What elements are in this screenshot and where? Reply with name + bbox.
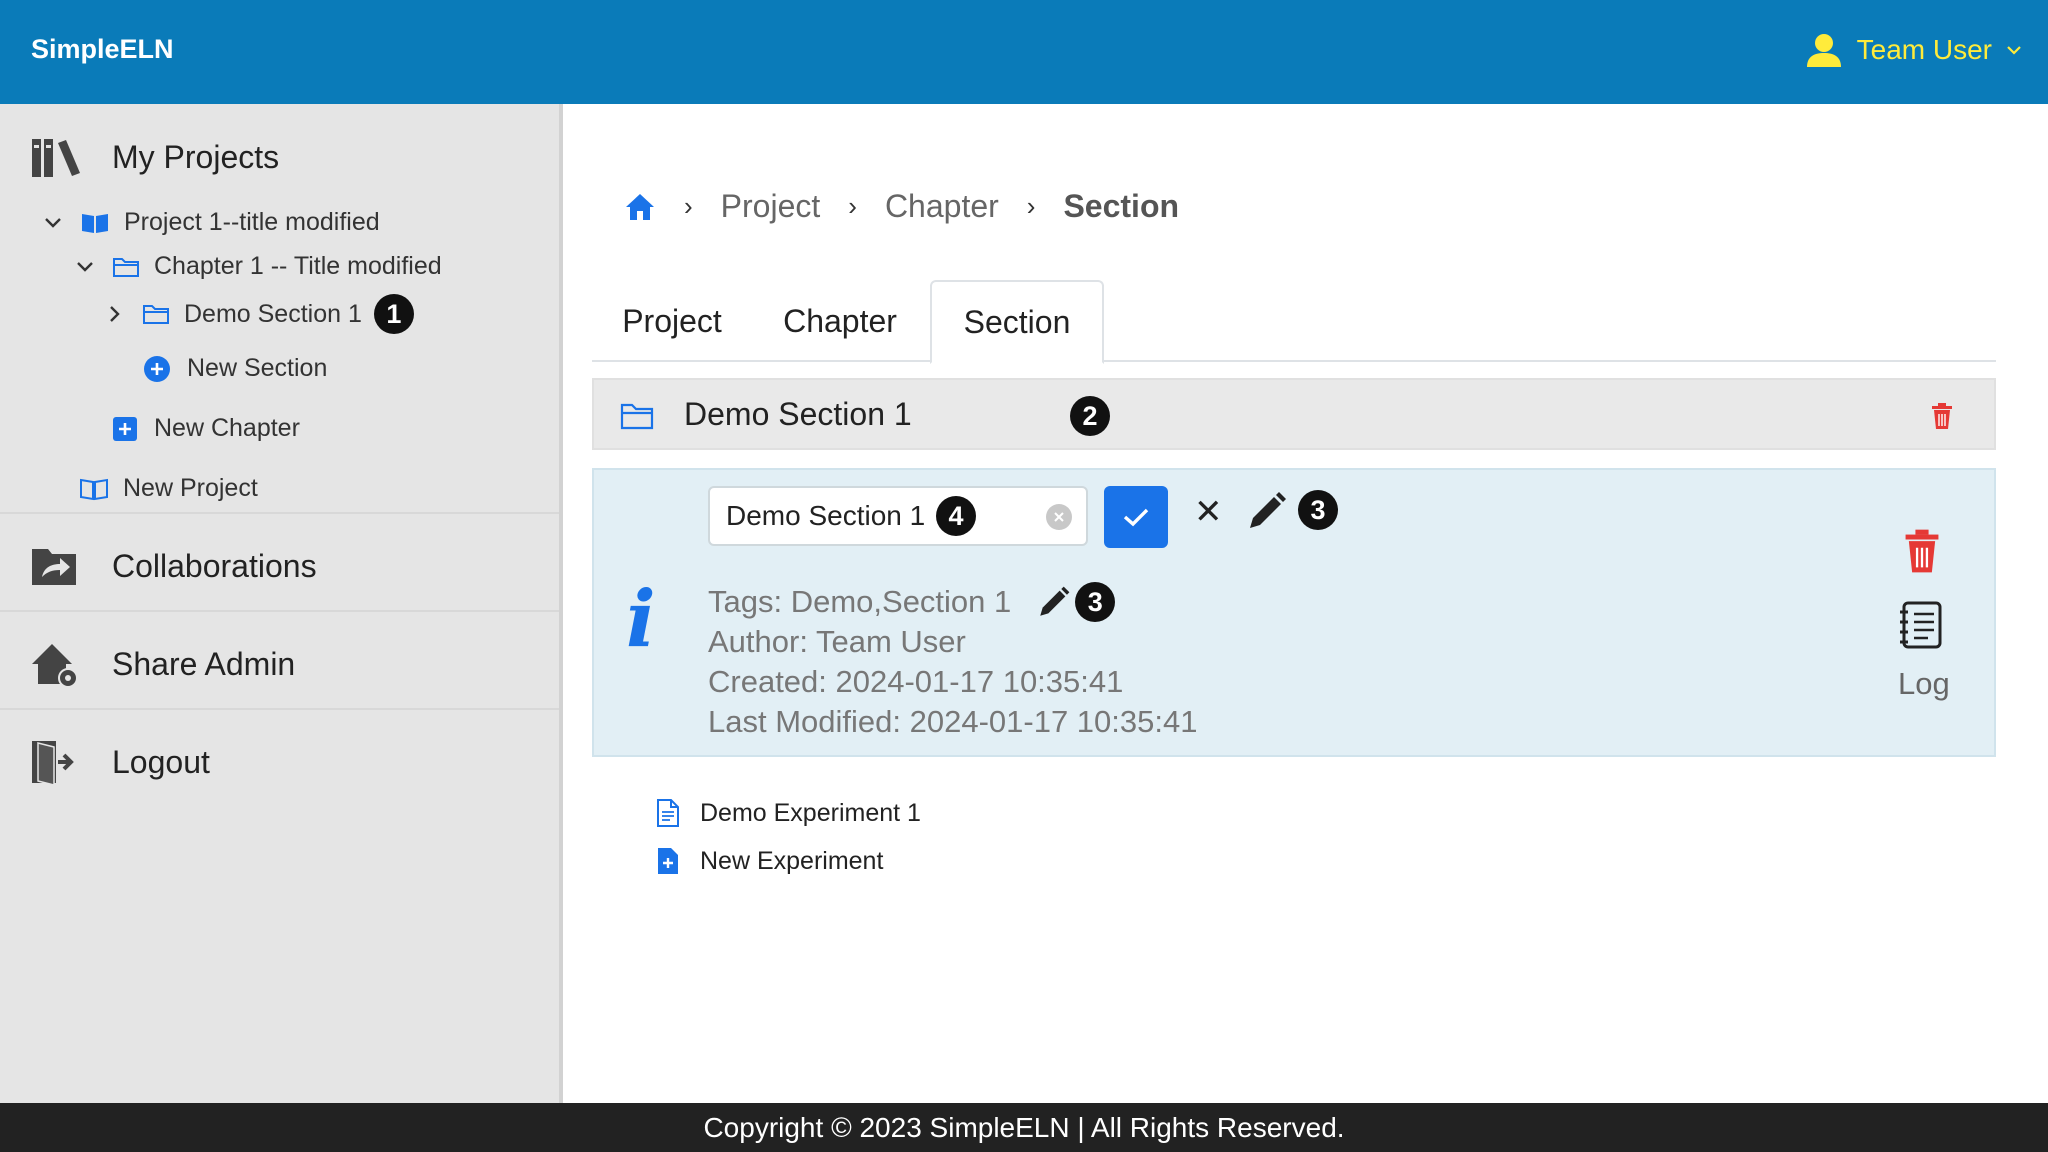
tree-label-new-chapter: New Chapter	[154, 414, 300, 442]
document-icon	[657, 799, 679, 827]
clear-input-button[interactable]	[1046, 504, 1072, 530]
top-navbar: SimpleELN Team User	[0, 0, 2048, 104]
pencil-icon[interactable]	[1246, 490, 1288, 532]
tree-label-chapter: Chapter 1 -- Title modified	[154, 252, 442, 280]
breadcrumb-separator: ›	[684, 191, 693, 221]
open-book-outline-icon	[80, 478, 108, 500]
copyright-text: Copyright © 2023 SimpleELN | All Rights …	[703, 1111, 1345, 1143]
brand-logo[interactable]: SimpleELN	[31, 34, 174, 65]
notebook-log-icon[interactable]	[1898, 600, 1944, 650]
experiment-label: Demo Experiment 1	[700, 798, 921, 827]
annotation-badge-1: 1	[373, 294, 414, 334]
tab-section[interactable]: Section	[930, 280, 1104, 364]
tree-label-section: Demo Section 1	[184, 299, 362, 328]
trash-icon[interactable]	[1902, 528, 1942, 574]
tab-bar: Project Chapter Section	[592, 280, 1996, 364]
breadcrumb-separator: ›	[848, 191, 857, 221]
tree-item-new-chapter[interactable]: New Chapter	[112, 414, 300, 443]
section-header: Demo Section 1 2	[592, 378, 1996, 450]
user-name: Team User	[1856, 34, 1992, 65]
open-book-icon	[82, 213, 108, 233]
trash-icon[interactable]	[1930, 402, 1954, 430]
breadcrumb-current: Section	[1063, 188, 1180, 224]
folder-icon	[113, 257, 139, 277]
info-icon: i	[626, 574, 656, 665]
section-title-input[interactable]	[708, 486, 1088, 546]
chevron-down-icon	[2007, 46, 2021, 55]
sidebar-divider	[0, 708, 559, 710]
new-experiment-label: New Experiment	[700, 846, 884, 875]
sidebar: My Projects Project 1--title modified Ch…	[0, 104, 563, 1103]
breadcrumb-project[interactable]: Project	[721, 188, 821, 225]
sidebar-label-collaborations: Collaborations	[112, 547, 317, 584]
tree-label-new-project: New Project	[123, 474, 258, 502]
tree-label-project: Project 1--title modified	[124, 208, 380, 236]
annotation-badge-4: 4	[936, 496, 976, 536]
home-icon[interactable]	[624, 192, 656, 222]
plus-circle-icon	[144, 355, 170, 382]
plus-square-icon	[113, 416, 137, 441]
tab-chapter[interactable]: Chapter	[758, 280, 922, 362]
section-author: Author: Team User	[708, 624, 966, 659]
section-modified: Last Modified: 2024-01-17 10:35:41	[708, 704, 1198, 739]
sidebar-item-share-admin[interactable]: Share Admin	[0, 622, 559, 706]
folder-icon	[620, 403, 654, 430]
footer: Copyright © 2023 SimpleELN | All Rights …	[0, 1103, 2048, 1152]
tree-item-project[interactable]: Project 1--title modified	[42, 208, 380, 237]
folder-icon	[143, 305, 169, 324]
breadcrumb-chapter[interactable]: Chapter	[885, 188, 999, 225]
tags-row: Tags: Demo,Section 1 3	[708, 582, 1116, 622]
chevron-down-icon	[45, 217, 61, 228]
sidebar-label-my-projects: My Projects	[112, 138, 280, 175]
sidebar-item-collaborations[interactable]: Collaborations	[0, 524, 559, 608]
experiment-item[interactable]: Demo Experiment 1	[656, 798, 921, 828]
section-tags: Tags: Demo,Section 1	[708, 584, 1012, 619]
tree-item-new-project[interactable]: New Project	[79, 474, 258, 503]
tree-item-section[interactable]: Demo Section 1 1	[108, 294, 414, 334]
books-icon	[32, 139, 80, 177]
annotation-badge-3: 3	[1298, 490, 1338, 530]
breadcrumb: › Project › Chapter › Section	[624, 188, 1179, 225]
confirm-button[interactable]	[1104, 486, 1168, 548]
new-experiment-item[interactable]: New Experiment	[656, 846, 883, 876]
user-icon	[1806, 34, 1841, 67]
section-title: Demo Section 1	[684, 396, 912, 432]
document-plus-icon	[658, 848, 678, 874]
sidebar-label-share-admin: Share Admin	[112, 645, 296, 682]
pencil-icon[interactable]	[1037, 585, 1071, 619]
sidebar-item-logout[interactable]: Logout	[0, 720, 559, 804]
tab-project[interactable]: Project	[592, 280, 752, 362]
section-created: Created: 2024-01-17 10:35:41	[708, 664, 1124, 699]
chevron-down-icon	[77, 261, 93, 272]
user-menu[interactable]: Team User	[1805, 32, 2022, 68]
tree-item-new-section[interactable]: New Section	[143, 354, 327, 383]
log-label[interactable]: Log	[1898, 666, 1950, 702]
checkmark-icon	[1123, 508, 1149, 527]
breadcrumb-separator: ›	[1026, 191, 1036, 221]
tree-item-chapter[interactable]: Chapter 1 -- Title modified	[74, 252, 442, 281]
house-gear-icon	[32, 644, 78, 688]
annotation-badge-3: 3	[1075, 582, 1116, 622]
cancel-button[interactable]: ✕	[1194, 492, 1223, 532]
annotation-badge-2: 2	[1070, 396, 1110, 436]
section-info-panel: 4 ✕ 3 i Tags: Demo,Section 1 3 Author: T…	[592, 468, 1996, 757]
sidebar-divider	[0, 512, 559, 514]
sidebar-item-my-projects[interactable]: My Projects	[0, 124, 559, 190]
chevron-right-icon	[110, 306, 120, 322]
clear-icon	[1054, 512, 1064, 522]
sidebar-label-logout: Logout	[112, 743, 210, 780]
sidebar-divider	[0, 610, 559, 612]
folder-share-icon	[32, 549, 76, 585]
door-exit-icon	[32, 741, 74, 786]
tree-label-new-section: New Section	[187, 354, 328, 382]
